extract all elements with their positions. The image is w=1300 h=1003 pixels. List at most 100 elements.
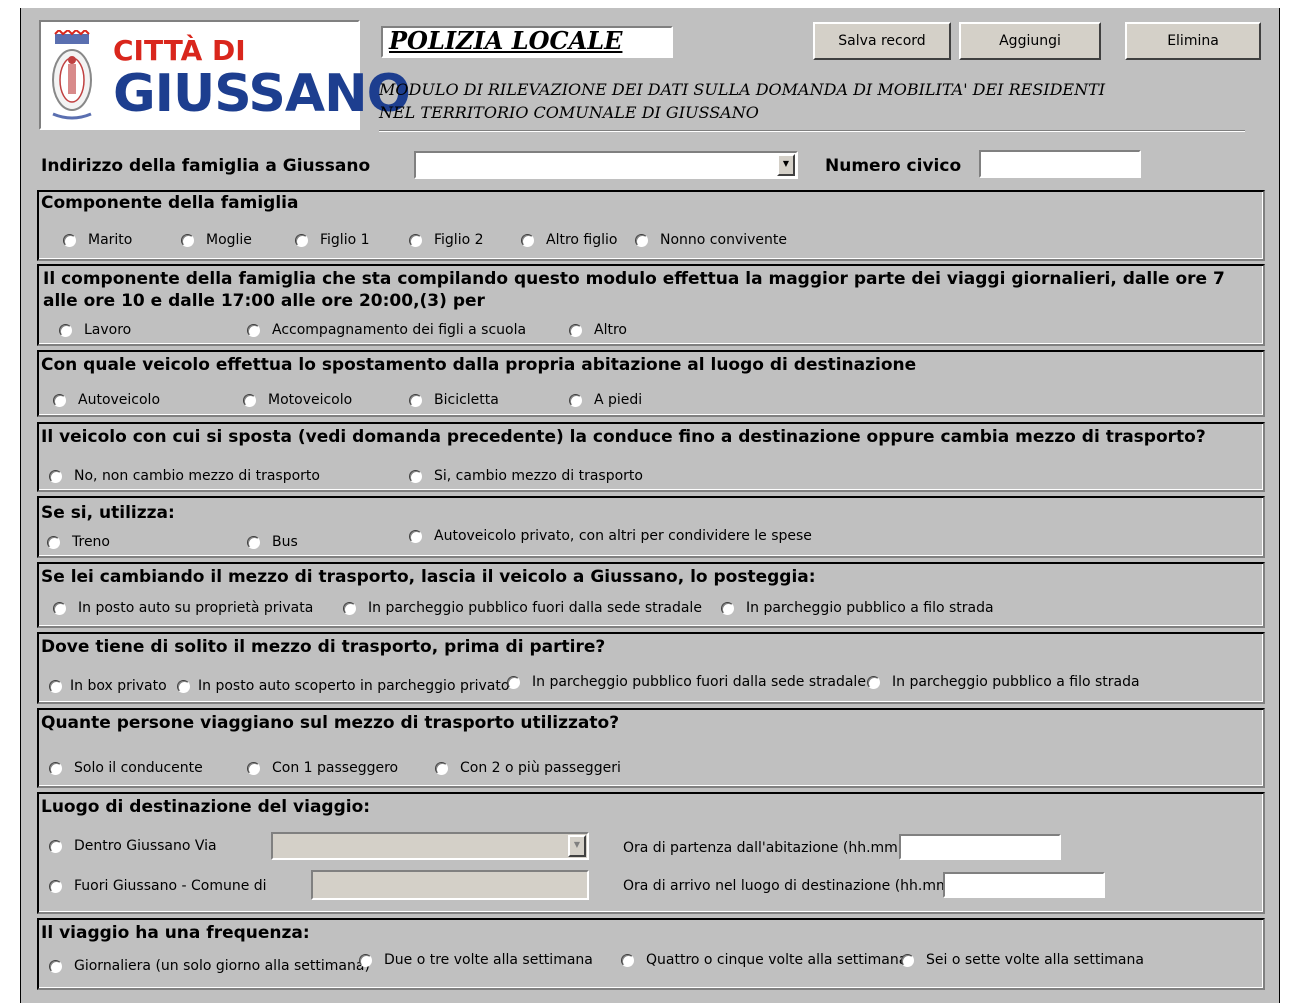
option-car-pooling[interactable]: Autoveicolo privato, con altri per condi… xyxy=(409,526,812,546)
city-logo: CITTÀ DI GIUSSANO xyxy=(39,20,411,130)
radio-icon[interactable] xyxy=(521,233,534,247)
option-posto-privato[interactable]: In posto auto su proprietà privata xyxy=(53,598,313,618)
option-quattro-cinque-volte[interactable]: Quattro o cinque volte alla settimana xyxy=(621,950,907,970)
option-bus[interactable]: Bus xyxy=(247,532,298,552)
form-subtitle-line2: NEL TERRITORIO COMUNALE DI GIUSSANO xyxy=(379,103,759,122)
comune-input[interactable] xyxy=(311,870,589,900)
add-button[interactable]: Aggiungi xyxy=(959,22,1101,60)
option-1-passeggero[interactable]: Con 1 passeggero xyxy=(247,758,398,778)
radio-icon[interactable] xyxy=(59,323,72,337)
radio-icon[interactable] xyxy=(409,529,422,543)
family-member-group: Componente della famiglia Marito Moglie … xyxy=(37,190,1265,261)
option-parcheggio-fuori-sede[interactable]: In parcheggio pubblico fuori dalla sede … xyxy=(343,598,702,618)
option-figlio-1[interactable]: Figlio 1 xyxy=(295,230,370,250)
vehicle-title: Con quale veicolo effettua lo spostament… xyxy=(41,355,917,375)
save-record-button[interactable]: Salva record xyxy=(813,22,951,60)
radio-icon[interactable] xyxy=(243,393,256,407)
radio-icon[interactable] xyxy=(49,761,62,775)
chevron-down-icon[interactable]: ▼ xyxy=(777,154,795,176)
delete-button[interactable]: Elimina xyxy=(1125,22,1261,60)
option-figlio-2[interactable]: Figlio 2 xyxy=(409,230,484,250)
radio-icon[interactable] xyxy=(177,679,190,693)
option-due-tre-volte[interactable]: Due o tre volte alla settimana xyxy=(359,950,593,970)
option-motoveicolo[interactable]: Motoveicolo xyxy=(243,390,352,410)
option-storage-fuori-sede[interactable]: In parcheggio pubblico fuori dalla sede … xyxy=(507,672,866,692)
departure-time-input[interactable] xyxy=(899,834,1061,860)
radio-icon[interactable] xyxy=(247,323,260,337)
parking-giussano-group: Se lei cambiando il mezzo di trasporto, … xyxy=(37,562,1265,628)
radio-icon[interactable] xyxy=(49,679,62,693)
radio-icon[interactable] xyxy=(901,953,914,967)
radio-icon[interactable] xyxy=(867,675,880,689)
radio-icon[interactable] xyxy=(721,601,734,615)
radio-icon[interactable] xyxy=(507,675,520,689)
option-dentro-giussano[interactable]: Dentro Giussano Via xyxy=(49,836,217,856)
radio-icon[interactable] xyxy=(435,761,448,775)
address-combobox[interactable]: ▼ xyxy=(414,151,798,179)
radio-icon[interactable] xyxy=(47,535,60,549)
option-lavoro[interactable]: Lavoro xyxy=(59,320,131,340)
option-yes-change[interactable]: Si, cambio mezzo di trasporto xyxy=(409,466,643,486)
passengers-title: Quante persone viaggiano sul mezzo di tr… xyxy=(41,713,620,733)
option-accompagnamento[interactable]: Accompagnamento dei figli a scuola xyxy=(247,320,526,340)
radio-icon[interactable] xyxy=(63,233,76,247)
option-storage-filo-strada[interactable]: In parcheggio pubblico a filo strada xyxy=(867,672,1140,692)
radio-icon[interactable] xyxy=(359,953,372,967)
option-box-privato[interactable]: In box privato xyxy=(49,676,167,696)
option-giornaliera[interactable]: Giornaliera (un solo giorno alla settima… xyxy=(49,956,370,976)
radio-icon[interactable] xyxy=(621,953,634,967)
radio-icon[interactable] xyxy=(247,761,260,775)
option-treno[interactable]: Treno xyxy=(47,532,110,552)
arrival-time-input[interactable] xyxy=(943,872,1105,898)
street-combobox[interactable]: ▼ xyxy=(271,832,589,860)
option-a-piedi[interactable]: A piedi xyxy=(569,390,642,410)
option-nonno-convivente[interactable]: Nonno convivente xyxy=(635,230,787,250)
logo-line1: CITTÀ DI xyxy=(113,34,246,67)
frequency-group: Il viaggio ha una frequenza: Giornaliera… xyxy=(37,918,1265,990)
option-posto-scoperto[interactable]: In posto auto scoperto in parcheggio pri… xyxy=(177,676,509,696)
passengers-group: Quante persone viaggiano sul mezzo di tr… xyxy=(37,708,1265,788)
chevron-down-icon[interactable]: ▼ xyxy=(568,835,586,857)
alt-transport-group: Se si, utilizza: Treno Bus Autoveicolo p… xyxy=(37,496,1265,558)
city-crest-icon xyxy=(52,30,92,120)
option-altro[interactable]: Altro xyxy=(569,320,627,340)
radio-icon[interactable] xyxy=(49,839,62,853)
radio-icon[interactable] xyxy=(247,535,260,549)
radio-icon[interactable] xyxy=(635,233,648,247)
option-solo-conducente[interactable]: Solo il conducente xyxy=(49,758,203,778)
trip-purpose-group: Il componente della famiglia che sta com… xyxy=(37,264,1265,346)
radio-icon[interactable] xyxy=(49,959,62,973)
option-2-passeggeri[interactable]: Con 2 o più passeggeri xyxy=(435,758,621,778)
radio-icon[interactable] xyxy=(181,233,194,247)
family-member-title: Componente della famiglia xyxy=(41,193,299,213)
option-marito[interactable]: Marito xyxy=(63,230,132,250)
radio-icon[interactable] xyxy=(295,233,308,247)
option-parcheggio-filo-strada[interactable]: In parcheggio pubblico a filo strada xyxy=(721,598,994,618)
trip-purpose-title-line2: alle ore 10 e dalle 17:00 alle ore 20:00… xyxy=(43,291,485,311)
departure-time-label: Ora di partenza dall'abitazione (hh.mm) xyxy=(623,840,904,856)
option-no-change[interactable]: No, non cambio mezzo di trasporto xyxy=(49,466,320,486)
option-sei-sette-volte[interactable]: Sei o sette volte alla settimana xyxy=(901,950,1144,970)
radio-icon[interactable] xyxy=(49,879,62,893)
radio-icon[interactable] xyxy=(409,233,422,247)
option-fuori-giussano[interactable]: Fuori Giussano - Comune di xyxy=(49,876,267,896)
radio-icon[interactable] xyxy=(569,323,582,337)
vehicle-storage-group: Dove tiene di solito il mezzo di traspor… xyxy=(37,632,1265,704)
civic-number-label: Numero civico xyxy=(825,156,962,176)
frequency-title: Il viaggio ha una frequenza: xyxy=(41,923,310,943)
civic-number-input[interactable] xyxy=(979,150,1141,178)
change-transport-title: Il veicolo con cui si sposta (vedi doman… xyxy=(41,427,1206,447)
option-bicicletta[interactable]: Bicicletta xyxy=(409,390,499,410)
option-autoveicolo[interactable]: Autoveicolo xyxy=(53,390,160,410)
header-divider xyxy=(379,130,1245,132)
radio-icon[interactable] xyxy=(53,601,66,615)
radio-icon[interactable] xyxy=(49,469,62,483)
radio-icon[interactable] xyxy=(569,393,582,407)
option-moglie[interactable]: Moglie xyxy=(181,230,252,250)
radio-icon[interactable] xyxy=(53,393,66,407)
radio-icon[interactable] xyxy=(343,601,356,615)
radio-icon[interactable] xyxy=(409,469,422,483)
option-altro-figlio[interactable]: Altro figlio xyxy=(521,230,617,250)
radio-icon[interactable] xyxy=(409,393,422,407)
vehicle-storage-title: Dove tiene di solito il mezzo di traspor… xyxy=(41,637,606,657)
